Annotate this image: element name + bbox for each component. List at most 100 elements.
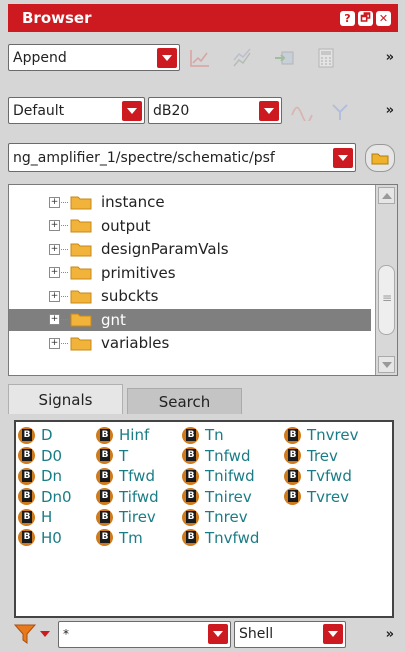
filter-icon[interactable] xyxy=(14,622,36,646)
toolbar-overflow-button[interactable]: » xyxy=(386,627,398,642)
unit-select[interactable]: dB20 xyxy=(148,97,282,124)
tree-item-variables[interactable]: + variables xyxy=(9,332,371,354)
signal-item[interactable]: Tvfwd xyxy=(284,466,352,486)
signal-item[interactable]: Tnirev xyxy=(182,487,252,507)
unit-value: dB20 xyxy=(153,102,190,119)
tree-item-output[interactable]: + output xyxy=(9,215,371,237)
signal-item[interactable]: H0 xyxy=(18,528,62,548)
tree-connector xyxy=(61,319,68,320)
tree-connector xyxy=(61,342,68,344)
shell-value: Shell xyxy=(239,626,274,642)
wave-icon[interactable] xyxy=(290,99,314,123)
expand-icon[interactable]: + xyxy=(49,337,60,349)
signal-type-icon xyxy=(18,467,35,485)
function-type-select[interactable]: Default xyxy=(8,97,145,124)
chevron-down-icon[interactable] xyxy=(259,100,279,121)
toolbar-function: Default dB20 » xyxy=(8,97,398,124)
signal-item[interactable]: D0 xyxy=(18,446,62,466)
signal-name: Tnirev xyxy=(205,487,252,506)
signal-item[interactable]: Tvrev xyxy=(284,487,349,507)
tree-connector xyxy=(61,248,68,250)
folder-icon xyxy=(70,266,92,280)
chevron-down-icon[interactable] xyxy=(323,624,343,644)
signal-item[interactable]: Trev xyxy=(284,446,338,466)
signal-item[interactable]: Tm xyxy=(96,528,143,548)
folder-icon xyxy=(70,313,92,327)
signal-type-icon xyxy=(18,426,35,444)
signal-type-icon xyxy=(284,467,301,485)
tab-search[interactable]: Search xyxy=(127,388,242,414)
expand-icon[interactable]: + xyxy=(49,267,60,278)
expand-icon[interactable]: + xyxy=(49,314,60,325)
signal-item[interactable]: Tnrev xyxy=(182,507,248,527)
filter-menu-chevron-icon[interactable] xyxy=(40,631,50,637)
float-button[interactable]: 🗗 xyxy=(358,10,373,26)
window-title: Browser xyxy=(22,9,92,27)
tree-item-instance[interactable]: + instance xyxy=(9,191,371,213)
calculator-icon[interactable] xyxy=(314,46,338,70)
expand-icon[interactable]: + xyxy=(49,196,60,208)
close-button[interactable]: ✕ xyxy=(376,10,391,26)
tree-connector xyxy=(61,225,68,226)
signal-item[interactable]: Tnifwd xyxy=(182,466,255,486)
signal-item[interactable]: Tifwd xyxy=(96,487,159,507)
toolbar-overflow-button[interactable]: » xyxy=(386,103,398,118)
signal-item[interactable]: Tirev xyxy=(96,507,156,527)
signal-item[interactable]: Tnvfwd xyxy=(182,528,259,548)
tree-item-label: variables xyxy=(101,334,170,352)
signal-item[interactable]: H xyxy=(18,507,52,527)
signal-item[interactable]: D xyxy=(18,425,53,445)
filter-input[interactable]: * xyxy=(58,620,231,648)
signal-type-icon xyxy=(182,447,199,464)
chevron-down-icon[interactable] xyxy=(157,47,177,68)
tab-signals[interactable]: Signals xyxy=(8,384,123,414)
results-path-row: ng_amplifier_1/spectre/schematic/psf xyxy=(8,143,398,172)
results-path-value: ng_amplifier_1/spectre/schematic/psf xyxy=(13,149,275,166)
help-button[interactable]: ? xyxy=(340,10,355,26)
signal-name: Tvrev xyxy=(307,487,349,506)
signal-name: T xyxy=(119,446,129,465)
chevron-down-icon[interactable] xyxy=(208,624,228,644)
signal-item[interactable]: Dn0 xyxy=(18,487,72,507)
signal-item[interactable]: Dn xyxy=(18,466,62,486)
tree-item-label: instance xyxy=(101,193,165,211)
plot-mode-select[interactable]: Append xyxy=(8,44,180,71)
signal-name: Tifwd xyxy=(119,487,159,506)
tree-scrollbar[interactable] xyxy=(375,185,397,375)
chevron-down-icon[interactable] xyxy=(333,147,353,168)
tree-item-primitives[interactable]: + primitives xyxy=(9,262,371,284)
y-axis-icon[interactable] xyxy=(328,99,352,123)
scroll-up-icon[interactable] xyxy=(378,187,395,204)
signal-item[interactable]: Tnvrev xyxy=(284,425,359,445)
open-folder-button[interactable] xyxy=(365,143,395,172)
expand-icon[interactable]: + xyxy=(49,220,60,231)
plot-icon[interactable] xyxy=(188,46,212,70)
chevron-down-icon[interactable] xyxy=(122,100,142,121)
shell-select[interactable]: Shell xyxy=(234,620,346,648)
signal-item[interactable]: Tn xyxy=(182,425,224,445)
expand-icon[interactable]: + xyxy=(49,243,60,255)
results-path-select[interactable]: ng_amplifier_1/spectre/schematic/psf xyxy=(8,143,356,172)
tree-item-designParamVals[interactable]: + designParamVals xyxy=(9,238,371,260)
signal-type-icon xyxy=(182,529,199,546)
stack-plot-icon[interactable] xyxy=(230,46,254,70)
signal-item[interactable]: Tnfwd xyxy=(182,446,250,466)
signal-item[interactable]: T xyxy=(96,446,128,466)
filter-value: * xyxy=(63,627,69,641)
signal-type-icon xyxy=(182,488,199,505)
tree-item-gnt[interactable]: + gnt xyxy=(9,308,371,331)
scroll-thumb[interactable] xyxy=(378,265,395,335)
signal-item[interactable]: Tfwd xyxy=(96,466,155,486)
scroll-down-icon[interactable] xyxy=(378,356,395,373)
signal-item[interactable]: Hinf xyxy=(96,425,149,445)
expand-icon[interactable]: + xyxy=(49,290,60,302)
signal-type-icon xyxy=(96,488,113,505)
signal-name: Tfwd xyxy=(119,467,155,485)
export-icon[interactable] xyxy=(272,46,296,70)
folder-open-icon xyxy=(371,153,389,164)
signal-type-icon xyxy=(18,529,35,546)
bottom-toolbar: * Shell » xyxy=(8,620,398,648)
tree-item-subckts[interactable]: + subckts xyxy=(9,285,371,307)
toolbar-overflow-button[interactable]: » xyxy=(386,50,398,65)
results-tree[interactable]: + instance + output + designParamVals + primiti… xyxy=(8,184,398,376)
